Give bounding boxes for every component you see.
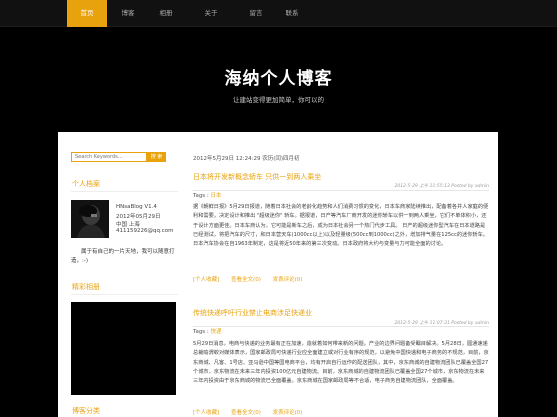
- post-title[interactable]: 日本将开发新概念轿车 只供一到两人乘坐: [193, 172, 321, 182]
- post-tags: Tags : 快递: [193, 327, 222, 335]
- divider: [71, 294, 178, 295]
- nav-item-contact[interactable]: 联系: [274, 0, 310, 27]
- read-more-link[interactable]: 查看全文(0): [231, 277, 261, 283]
- profile-version: HNsaBlog V1.4: [116, 204, 157, 210]
- tag-link[interactable]: 日本: [211, 193, 222, 199]
- tag-link[interactable]: 快递: [211, 329, 222, 335]
- search-input[interactable]: [71, 152, 147, 162]
- post-tags: Tags : 日本: [193, 191, 222, 199]
- photo-section-title: 精彩相册: [72, 283, 100, 291]
- nav-item-home[interactable]: 首页: [67, 0, 107, 27]
- post-links: [个人收藏] 查看全文(0) 发表评论(0): [193, 275, 312, 283]
- divider: [193, 190, 489, 191]
- profile-description: 属于有自己的一片天地，我可以随意打造，:-): [71, 249, 175, 264]
- search-box: 搜 索: [71, 152, 166, 162]
- nav-item-blog[interactable]: 博客: [110, 0, 146, 27]
- comment-link[interactable]: 发表评论(0): [273, 410, 303, 416]
- nav-item-album[interactable]: 相册: [148, 0, 184, 27]
- post-body: 5月29日消息，电商与快递的业务最有正在加速，造就着如何带来新的问题。产业的边界…: [193, 341, 489, 385]
- sidebar: 搜 索 个人档案 HNsaBlog V1.4 2012年05月29日 中国 上海…: [58, 132, 188, 417]
- divider: [71, 191, 178, 192]
- post-title[interactable]: 传统快递呼吁行业禁止电商涉足快递业: [193, 308, 312, 318]
- post-links: [个人收藏] 查看全文(0) 发表评论(0): [193, 408, 312, 416]
- date-header: 2012年5月29日 12:24:29 农历(闰)四月初: [193, 156, 300, 162]
- favorite-link[interactable]: [个人收藏]: [193, 277, 219, 283]
- site-title: 海纳个人博客: [224, 69, 333, 89]
- post-meta: 2012-5-29 上午 11:55:13 Posted by admin: [394, 184, 489, 189]
- main-content: 2012年5月29日 12:24:29 农历(闰)四月初 日本将开发新概念轿车 …: [193, 132, 493, 417]
- divider: [193, 326, 489, 327]
- favorite-link[interactable]: [个人收藏]: [193, 410, 219, 416]
- search-button[interactable]: 搜 索: [147, 152, 166, 162]
- featured-photo[interactable]: [71, 302, 176, 395]
- avatar: [71, 200, 109, 238]
- profile-date: 2012年05月29日: [116, 214, 161, 220]
- profile-email: 411159226@qq.com: [116, 228, 174, 234]
- site-subtitle: 让建站变得更加简单，你可以的: [233, 96, 324, 104]
- profile-location: 中国 上海: [116, 222, 140, 228]
- post-body: 据《朝鲜日报》5月29日报道，随着日本社会的老龄化趋势和人们消费习惯的变化，日本…: [193, 204, 489, 248]
- nav-item-about[interactable]: 关于: [193, 0, 229, 27]
- avatar-image: [71, 200, 109, 238]
- tags-label: Tags :: [193, 329, 209, 335]
- content-panel: 搜 索 个人档案 HNsaBlog V1.4 2012年05月29日 中国 上海…: [58, 132, 498, 417]
- profile-section-title: 个人档案: [72, 180, 100, 188]
- top-navigation: 首页 博客 相册 关于 留言 联系: [0, 0, 557, 27]
- tags-label: Tags :: [193, 193, 209, 199]
- nav-item-message[interactable]: 留言: [238, 0, 274, 27]
- comment-link[interactable]: 发表评论(0): [273, 277, 303, 283]
- category-section-title: 博客分类: [72, 407, 100, 415]
- read-more-link[interactable]: 查看全文(0): [231, 410, 261, 416]
